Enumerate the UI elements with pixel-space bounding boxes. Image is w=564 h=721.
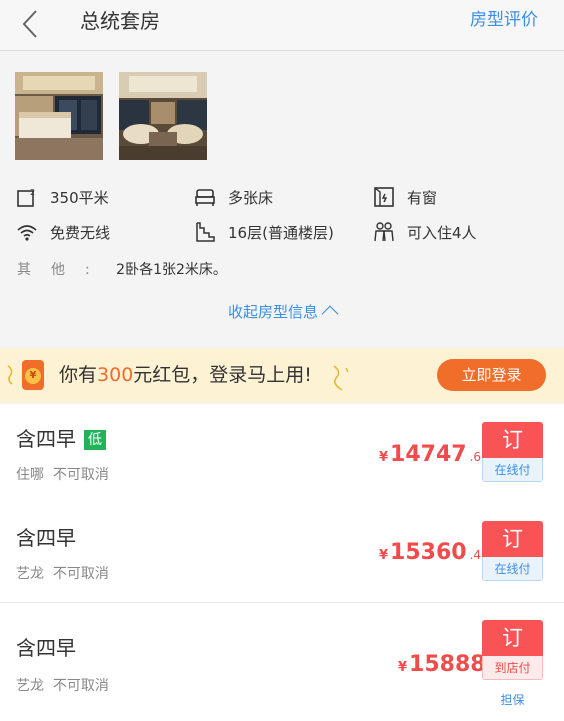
book-button[interactable]: 订 到店付 xyxy=(482,620,543,680)
feature-label: 多张床 xyxy=(228,188,274,207)
feature-floor: 16层(普通楼层) xyxy=(194,221,334,243)
offer-price: ¥15888 xyxy=(398,652,486,677)
offer-source: 艺龙 不可取消 xyxy=(16,566,109,582)
other-value: 2卧各1张2米床。 xyxy=(116,262,227,278)
pay-type-label: 到店付 xyxy=(482,656,543,680)
nav-header: 总统套房 房型评价 xyxy=(0,0,564,51)
confetti-left-icon xyxy=(7,365,13,385)
other-info: 其他: 2卧各1张2米床。 xyxy=(17,259,227,279)
collapse-room-info-button[interactable]: 收起房型信息 xyxy=(0,301,564,323)
rate-offer-row[interactable]: 含四早 艺龙 不可取消 ¥15888 订 到店付 担保 xyxy=(0,603,564,721)
feature-bed: 多张床 xyxy=(194,186,273,208)
book-button[interactable]: 订 在线付 xyxy=(482,422,543,482)
guests-icon xyxy=(374,222,394,242)
feature-label: 免费无线 xyxy=(50,223,111,242)
promo-amount: 300 xyxy=(97,364,134,386)
book-button[interactable]: 订 在线付 xyxy=(482,521,543,581)
rate-offer-row[interactable]: 含四早低 住哪 不可取消 ¥14747.61 订 在线付 xyxy=(0,404,564,504)
feature-guests: 可入住4人 xyxy=(373,221,477,243)
chevron-up-icon xyxy=(321,305,339,323)
offer-name: 含四早 xyxy=(16,636,76,660)
collapse-label: 收起房型信息 xyxy=(227,303,318,321)
room-info-panel: 2 350平米 多张床 有窗 免费无线 16层(普通楼层) 可入住4人 其他: … xyxy=(0,51,564,347)
feature-wifi: 免费无线 xyxy=(16,221,110,243)
room-photo-2[interactable] xyxy=(119,72,207,160)
offer-price: ¥14747.61 xyxy=(379,442,489,467)
offer-name: 含四早低 xyxy=(16,426,106,452)
offer-source: 住哪 不可取消 xyxy=(16,467,109,483)
other-label: 其他: xyxy=(17,262,110,278)
floor-icon xyxy=(196,222,215,242)
red-packet-banner: ¥ 你有300元红包，登录马上用! 立即登录 xyxy=(0,348,564,403)
svg-text:2: 2 xyxy=(30,188,35,197)
feature-area: 2 350平米 xyxy=(16,186,109,208)
chevron-left-icon xyxy=(22,10,37,38)
bed-icon xyxy=(195,189,215,206)
feature-label: 16层(普通楼层) xyxy=(228,223,334,242)
pay-type-label: 在线付 xyxy=(482,557,543,581)
promo-text: 你有300元红包，登录马上用! xyxy=(59,364,312,386)
feature-label: 有窗 xyxy=(407,188,438,207)
back-button[interactable] xyxy=(18,8,46,40)
area-icon: 2 xyxy=(17,188,35,207)
red-packet-icon: ¥ xyxy=(22,360,44,390)
offer-source: 艺龙 不可取消 xyxy=(16,678,109,694)
guarantee-label: 担保 xyxy=(500,693,525,707)
wifi-icon xyxy=(17,225,37,241)
offer-name: 含四早 xyxy=(16,526,76,550)
offer-price: ¥15360.46 xyxy=(379,540,489,565)
window-icon xyxy=(374,187,394,207)
feature-window: 有窗 xyxy=(373,186,437,208)
rate-offer-row[interactable]: 含四早 艺龙 不可取消 ¥15360.46 订 在线付 xyxy=(0,503,564,603)
pay-type-label: 在线付 xyxy=(482,458,543,482)
lowest-price-badge: 低 xyxy=(84,430,106,450)
confetti-right-icon xyxy=(333,365,349,391)
feature-label: 350平米 xyxy=(50,188,109,207)
room-review-link[interactable]: 房型评价 xyxy=(470,9,538,31)
room-photo-1[interactable] xyxy=(15,72,103,160)
feature-label: 可入住4人 xyxy=(407,223,477,242)
page-title: 总统套房 xyxy=(80,9,160,33)
login-button[interactable]: 立即登录 xyxy=(437,359,546,391)
